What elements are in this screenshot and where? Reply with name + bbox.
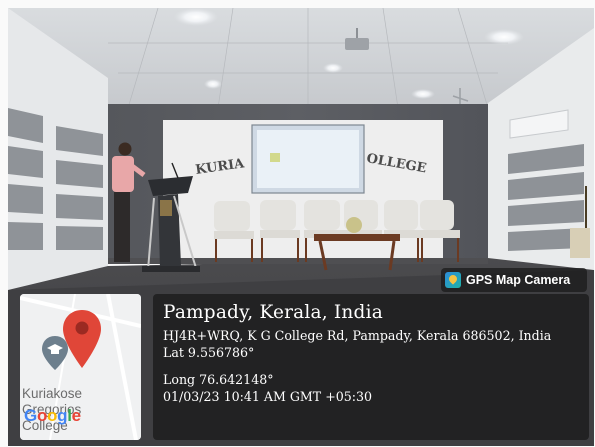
ceiling-light xyxy=(484,29,524,45)
place-title: Pampady, Kerala, India xyxy=(163,302,383,323)
location-pin-icon xyxy=(63,310,101,368)
gps-map-camera-badge: GPS Map Camera xyxy=(441,268,587,292)
photo-frame: KURIA OLLEGE GPS Map Camera Kuriakose Gr… xyxy=(0,0,595,447)
map-label-1: Kuriakose xyxy=(22,386,83,401)
google-letter: G xyxy=(24,406,37,425)
slide-graphic xyxy=(270,153,280,162)
latitude-text: Lat 9.556786° xyxy=(163,345,255,360)
mini-map[interactable]: Kuriakose Gregorios College Google xyxy=(20,294,141,440)
location-info-panel: Pampady, Kerala, India HJ4R+WRQ, K G Col… xyxy=(153,294,589,440)
google-letter: o xyxy=(47,406,58,425)
google-letter: e xyxy=(71,406,81,425)
google-letter: g xyxy=(57,406,68,425)
timestamp-text: 01/03/23 10:41 AM GMT +05:30 xyxy=(163,389,373,404)
ceiling-light xyxy=(323,63,343,73)
badge-label: GPS Map Camera xyxy=(466,273,571,287)
google-logo: Google xyxy=(24,406,81,426)
longitude-text: Long 76.642148° xyxy=(163,372,274,387)
ceiling-light xyxy=(411,89,435,99)
google-letter: o xyxy=(36,406,48,425)
ceiling-light xyxy=(174,8,218,26)
place-address: HJ4R+WRQ, K G College Rd, Pampady, Keral… xyxy=(163,328,552,343)
ceiling-light xyxy=(204,79,222,89)
map-camera-icon xyxy=(445,272,461,288)
